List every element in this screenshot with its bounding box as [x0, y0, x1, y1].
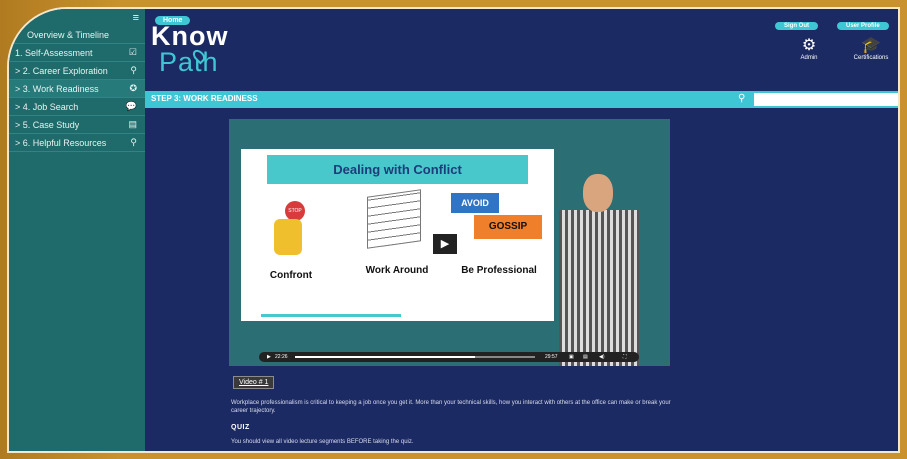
gear-icon: ✪ [129, 83, 137, 93]
step-bar: STEP 3: WORK READINESS ⚲ [145, 91, 898, 108]
sidebar-item-label: > 3. Work Readiness [15, 83, 99, 94]
admin-label: Admin [800, 55, 818, 61]
cartoon-person [274, 219, 302, 255]
sidebar-item[interactable]: > 4. Job Search 💬 [9, 98, 145, 116]
header: Home Know Path Sign Out User Profile ⚙ A… [145, 9, 898, 91]
sidebar-header: ≡ [9, 9, 145, 26]
sidebar-item[interactable]: Overview & Timeline [9, 26, 145, 44]
video-link[interactable]: Video # 1 [233, 376, 275, 389]
sidebar-item-label: Overview & Timeline [27, 29, 110, 40]
search-icon[interactable]: ⚲ [738, 93, 745, 104]
current-time: 22:26 [275, 354, 288, 360]
graduation-cap-icon: 🎓 [861, 37, 881, 54]
main-panel: Home Know Path Sign Out User Profile ⚙ A… [145, 9, 898, 451]
quiz-title: QUIZ [231, 424, 250, 431]
sidebar-item[interactable]: > 3. Work Readiness ✪ [9, 80, 145, 98]
sign-out-button[interactable]: Sign Out [775, 22, 818, 30]
step-title: STEP 3: WORK READINESS [151, 94, 258, 103]
logo: Know Path [151, 23, 229, 76]
certifications-label: Certifications [853, 55, 889, 61]
sidebar-item[interactable]: 1. Self-Assessment ☑ [9, 44, 145, 62]
certifications-link[interactable]: 🎓 Certifications [845, 37, 897, 61]
sidebar-item[interactable]: > 5. Case Study ▤ [9, 116, 145, 134]
progress-fill [295, 356, 475, 358]
label-work-around: Work Around [365, 265, 429, 276]
presenter [559, 174, 639, 366]
video-controls[interactable]: ▶ 22:26 29:57 ▣ ▤ ◀) ⛶ [259, 352, 639, 362]
play-button-icon[interactable]: ▶ [267, 354, 271, 360]
app-window: ≡ Overview & Timeline 1. Self-Assessment ☑… [7, 7, 900, 453]
label-be-professional: Be Professional [461, 265, 537, 276]
user-profile-button[interactable]: User Profile [837, 22, 889, 30]
play-icon[interactable]: ▶ [433, 234, 457, 254]
sidebar-item-label: > 5. Case Study [15, 119, 80, 130]
brick-wall [367, 189, 421, 249]
hd-icon[interactable]: ▣ [569, 354, 574, 360]
sidebar-item-label: 1. Self-Assessment [15, 47, 93, 58]
chat-icon: 💬 [125, 101, 137, 111]
presenter-body [559, 210, 639, 366]
sidebar-item-label: > 2. Career Exploration [15, 65, 108, 76]
sidebar-item[interactable]: > 6. Helpful Resources ⚲ [9, 134, 145, 152]
description: Workplace professionalism is critical to… [231, 400, 671, 414]
avoid-bubble: AVOID [451, 193, 499, 213]
quiz-text: You should view all video lecture segmen… [231, 439, 414, 445]
stop-sign: STOP [285, 201, 305, 221]
document-icon: ▤ [128, 119, 137, 129]
duration: 29:57 [545, 354, 558, 360]
checkbox-icon: ☑ [128, 47, 137, 57]
app-frame: ≡ Overview & Timeline 1. Self-Assessment ☑… [0, 0, 907, 459]
video-slide: Dealing with Conflict STOP AVOID GOSSIP … [241, 149, 554, 321]
label-confront: Confront [269, 270, 313, 281]
search-input[interactable] [754, 93, 898, 106]
presenter-head [583, 174, 613, 212]
gears-icon: ⚙ [801, 37, 817, 54]
fullscreen-icon[interactable]: ⛶ [623, 354, 627, 360]
video-player[interactable]: Dealing with Conflict STOP AVOID GOSSIP … [229, 119, 670, 366]
admin-link[interactable]: ⚙ Admin [791, 37, 827, 61]
gossip-bubble: GOSSIP [474, 215, 542, 239]
sidebar-item-label: > 6. Helpful Resources [15, 137, 107, 148]
lightbulb-icon: ⚲ [130, 137, 137, 147]
hamburger-menu-icon[interactable]: ≡ [133, 12, 139, 24]
sidebar-item-label: > 4. Job Search [15, 101, 79, 112]
slide-title: Dealing with Conflict [267, 155, 528, 184]
volume-icon[interactable]: ◀) [599, 354, 605, 360]
slide-bar [261, 314, 401, 317]
binoculars-icon: ⚲ [130, 65, 137, 75]
progress-track[interactable] [295, 356, 535, 358]
cc-icon[interactable]: ▤ [583, 354, 588, 360]
sidebar: ≡ Overview & Timeline 1. Self-Assessment ☑… [9, 9, 145, 451]
sidebar-item[interactable]: > 2. Career Exploration ⚲ [9, 62, 145, 80]
